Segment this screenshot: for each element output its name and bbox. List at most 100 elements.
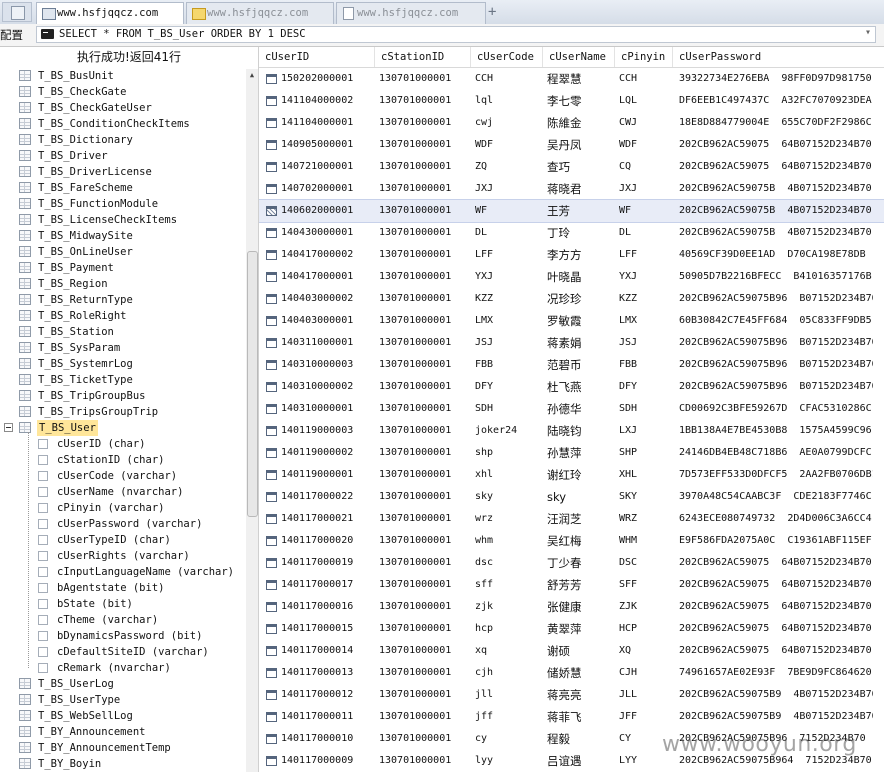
table-row[interactable]: 140117000015 130701000001 hcp 黄翠萍 HCP 202CB96…: [259, 618, 884, 640]
row-icon: [266, 162, 277, 172]
table-row[interactable]: 140417000001 130701000001 YXJ 叶晓晶 YXJ 50905D7…: [259, 266, 884, 288]
table-row[interactable]: 141104000002 130701000001 lql 李七零 LQL DF6EEB1…: [259, 90, 884, 112]
table-icon: [19, 262, 31, 273]
table-row[interactable]: 140117000017 130701000001 sff 舒芳芳 SFF 202CB96…: [259, 574, 884, 596]
tab-strip: www.hsfjqqcz.com www.hsfjqqcz.com www.hsfj…: [0, 0, 884, 25]
cell-cUserName: sky: [547, 490, 567, 504]
sql-input[interactable]: SELECT * FROM T_BS_User ORDER BY 1 DESC …: [36, 26, 876, 43]
column-header[interactable]: cUserPassword: [673, 47, 884, 67]
new-tab-button[interactable]: +: [488, 3, 496, 21]
cell-cUserID: 140117000022: [281, 491, 354, 502]
config-label[interactable]: 配置: [0, 27, 23, 43]
window-icon: [42, 8, 56, 20]
chevron-down-icon[interactable]: ▾: [865, 27, 871, 38]
table-row[interactable]: 141104000001 130701000001 cwj 陈維金 CWJ 18E8D88…: [259, 112, 884, 134]
column-name: bAgentstate (bit): [57, 582, 165, 594]
row-icon: [266, 756, 277, 766]
column-icon: [38, 487, 48, 497]
table-icon: [19, 342, 31, 353]
collapse-icon[interactable]: [4, 423, 13, 432]
tree-scrollbar[interactable]: ▲: [246, 69, 258, 772]
window-icon: [11, 6, 25, 20]
table-row[interactable]: 140905000001 130701000001 WDF 吴丹凤 WDF 202CB96…: [259, 134, 884, 156]
cell-cUserPassword: 74961657AE02E93F 7BE9D9FC864620: [679, 667, 872, 678]
cell-cUserID: 140119000003: [281, 425, 354, 436]
table-row[interactable]: 140602000001 130701000001 WF 王芳 WF 202CB962AC…: [259, 199, 884, 223]
column-name: cUserName (nvarchar): [57, 486, 184, 498]
table-row[interactable]: 140117000011 130701000001 jff 蒋菲飞 JFF 202CB96…: [259, 706, 884, 728]
table-row[interactable]: 140117000013 130701000001 cjh 储娇慧 CJH 7496165…: [259, 662, 884, 684]
table-row[interactable]: 140119000003 130701000001 joker24 陆晓钧 LXJ 1BB…: [259, 420, 884, 442]
table-row[interactable]: 140417000002 130701000001 LFF 李方方 LFF 40569CF…: [259, 244, 884, 266]
table-row[interactable]: 140117000014 130701000001 xq 谢硕 XQ 202CB962AC…: [259, 640, 884, 662]
cell-cUserPassword: 202CB962AC59075B9 4B07152D234B70: [679, 711, 873, 722]
cell-cUserID: 140119000001: [281, 469, 354, 480]
cell-cUserName: 储娇慧: [547, 666, 582, 680]
column-header[interactable]: cPinyin: [615, 47, 673, 67]
table-row[interactable]: 140117000019 130701000001 dsc 丁少春 DSC 202CB96…: [259, 552, 884, 574]
table-row[interactable]: 140403000002 130701000001 KZZ 况珍珍 KZZ 202CB96…: [259, 288, 884, 310]
table-row[interactable]: 140119000002 130701000001 shp 孙慧萍 SHP 24146DB…: [259, 442, 884, 464]
column-header[interactable]: cUserName: [543, 47, 615, 67]
table-row[interactable]: 140403000001 130701000001 LMX 罗敏霞 LMX 60B3084…: [259, 310, 884, 332]
cell-cUserCode: xhl: [475, 469, 494, 480]
cell-cUserCode: FBB: [475, 359, 494, 370]
table-row[interactable]: 140721000001 130701000001 ZQ 查巧 CQ 202CB962AC…: [259, 156, 884, 178]
tab-3[interactable]: www.hsfjqqcz.com: [336, 2, 486, 24]
table-row[interactable]: 140117000022 130701000001 sky sky SKY 3970A48…: [259, 486, 884, 508]
table-name: T_BS_Payment: [38, 262, 114, 274]
table-icon: [19, 310, 31, 321]
table-row[interactable]: 140702000001 130701000001 JXJ 蒋晓君 JXJ 202CB96…: [259, 178, 884, 200]
cell-cUserID: 140117000013: [281, 667, 354, 678]
cell-cUserCode: shp: [475, 447, 494, 458]
table-row[interactable]: 140119000001 130701000001 xhl 谢红玲 XHL 7D573EF…: [259, 464, 884, 486]
cell-cUserCode: hcp: [475, 623, 494, 634]
scrollbar-thumb[interactable]: [247, 251, 258, 517]
cell-cStationID: 130701000001: [379, 491, 452, 502]
table-row[interactable]: 140117000016 130701000001 zjk 张健康 ZJK 202CB96…: [259, 596, 884, 618]
table-row[interactable]: 140310000002 130701000001 DFY 杜飞燕 DFY 202CB96…: [259, 376, 884, 398]
cell-cUserName: 李七零: [547, 94, 582, 108]
table-row[interactable]: 150202000001 130701000001 CCH 程翠慧 CCH 3932273…: [259, 68, 884, 90]
window-menu-button[interactable]: [2, 2, 32, 22]
tab-label: www.hsfjqqcz.com: [357, 7, 459, 19]
cell-cUserPassword: 202CB962AC59075B 4B07152D234B70: [679, 227, 872, 238]
table-icon: [19, 358, 31, 369]
cell-cUserName: 杜飞燕: [547, 380, 582, 394]
tab-1[interactable]: www.hsfjqqcz.com: [36, 2, 184, 25]
column-header[interactable]: cStationID: [375, 47, 471, 67]
cell-cUserCode: LFF: [475, 249, 494, 260]
column-header[interactable]: cUserID: [259, 47, 375, 67]
row-icon: [266, 712, 277, 722]
cell-cUserName: 谢硕: [547, 644, 570, 658]
table-row[interactable]: 140117000020 130701000001 whm 吴红梅 WHM E9F586F…: [259, 530, 884, 552]
row-icon: [266, 536, 277, 546]
cell-cUserCode: whm: [475, 535, 494, 546]
row-icon: [266, 338, 277, 348]
cell-cUserName: 丁玲: [547, 226, 570, 240]
cell-cUserName: 吕谊遇: [547, 754, 582, 768]
cell-cPinyin: DSC: [619, 557, 638, 568]
table-row[interactable]: 140117000021 130701000001 wrz 汪润芝 WRZ 6243ECE…: [259, 508, 884, 530]
table-row[interactable]: 140310000001 130701000001 SDH 孙德华 SDH CD00692…: [259, 398, 884, 420]
column-icon: [38, 631, 48, 641]
cell-cUserPassword: 7D573EFF533D0DFCF5 2AA2FB0706DB1: [679, 469, 873, 480]
row-icon: [266, 602, 277, 612]
cell-cUserPassword: 202CB962AC59075 64B07152D234B70: [679, 601, 872, 612]
table-name: T_BS_CheckGate: [38, 86, 127, 98]
table-icon: [19, 118, 31, 129]
column-name: cRemark (nvarchar): [57, 662, 171, 674]
table-name: T_BS_UserLog: [38, 678, 114, 690]
table-row[interactable]: 140311000001 130701000001 JSJ 蒋素娟 JSJ 202CB96…: [259, 332, 884, 354]
table-icon: [19, 150, 31, 161]
table-row[interactable]: 140117000012 130701000001 jll 蒋亮亮 JLL 202CB96…: [259, 684, 884, 706]
cell-cPinyin: JLL: [619, 689, 638, 700]
table-row[interactable]: 140430000001 130701000001 DL 丁玲 DL 202CB962AC…: [259, 222, 884, 244]
scroll-up-icon[interactable]: ▲: [246, 69, 258, 81]
cell-cUserPassword: 202CB962AC59075B9 4B07152D234B70: [679, 689, 873, 700]
column-header[interactable]: cUserCode: [471, 47, 543, 67]
table-row[interactable]: 140310000003 130701000001 FBB 范碧币 FBB 202CB96…: [259, 354, 884, 376]
cell-cStationID: 130701000001: [379, 755, 452, 766]
row-icon: [266, 404, 277, 414]
tab-2[interactable]: www.hsfjqqcz.com: [186, 2, 334, 24]
